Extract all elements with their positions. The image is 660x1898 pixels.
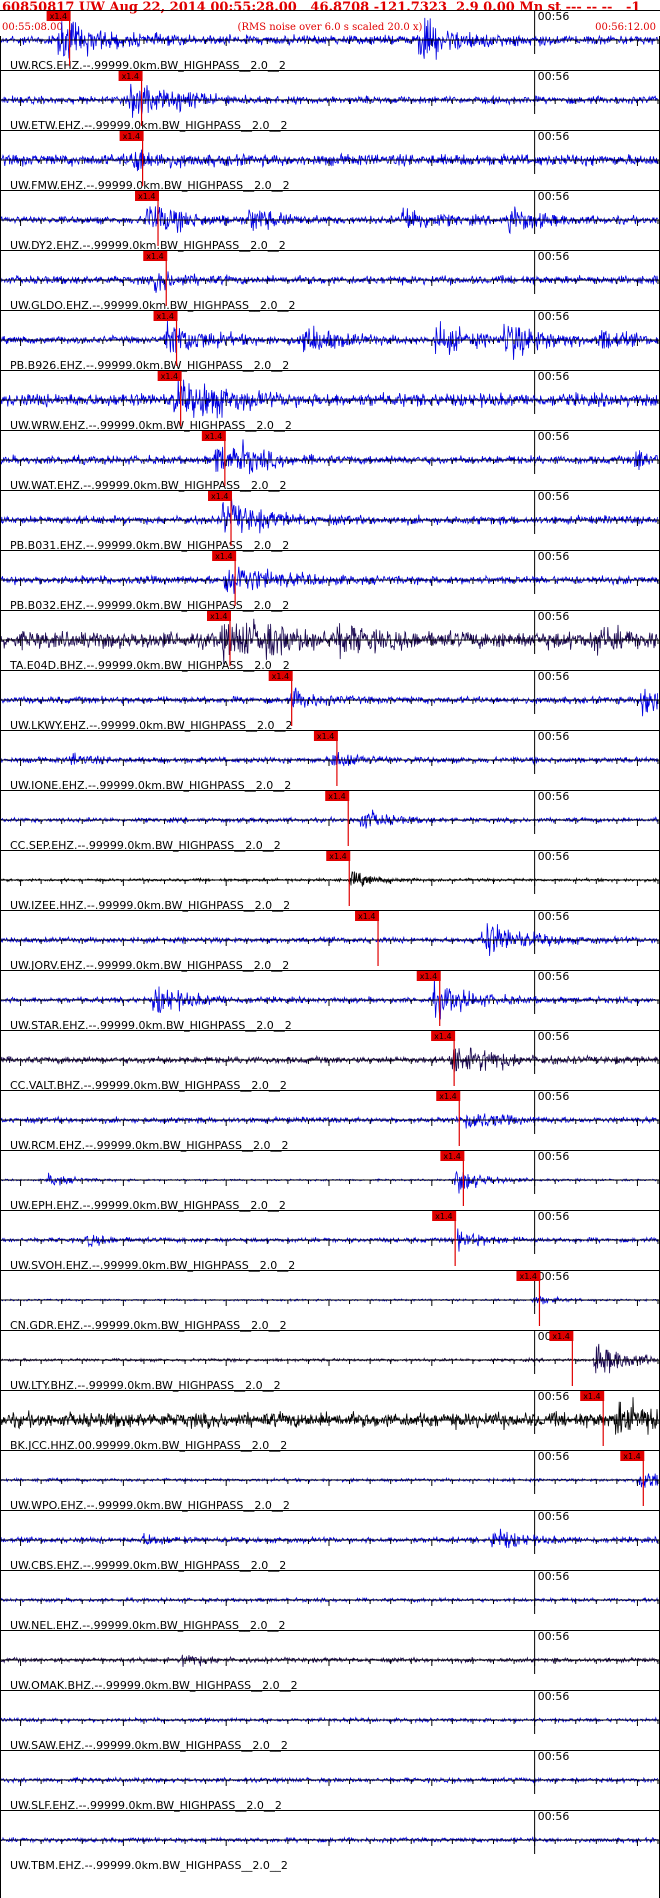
trace-5: 00:56PB.B926.EHZ.--.99999.0km.BW_HIGHPAS… <box>0 310 660 372</box>
minute-label: 00:56 <box>538 970 570 983</box>
minute-label: 00:56 <box>538 550 570 563</box>
pick-marker: x1.4 <box>440 1151 465 1206</box>
pick-label: x1.4 <box>211 492 228 501</box>
minute-label: 00:56 <box>538 190 570 203</box>
waveform <box>0 498 658 534</box>
pick-label: x1.4 <box>420 972 437 981</box>
trace-26: 00:56UW.NEL.EHZ.--.99999.0km.BW_HIGHPASS… <box>0 1570 660 1632</box>
trace-23: 00:56BK.JCC.HHZ.00.99999.0km.BW_HIGHPASS… <box>0 1390 660 1452</box>
pick-marker: x1.4 <box>549 1331 574 1386</box>
trace-11: 00:56UW.LKWY.EHZ.--.99999.0km.BW_HIGHPAS… <box>0 670 660 732</box>
trace-6: 00:56UW.WRW.EHZ.--.99999.0km.BW_HIGHPASS… <box>0 370 660 432</box>
minute-label: 00:56 <box>538 790 570 803</box>
pick-label: x1.4 <box>623 1452 640 1461</box>
minute-label: 00:56 <box>538 250 570 263</box>
pick-label: x1.4 <box>583 1392 600 1401</box>
minute-label: 00:56 <box>538 850 570 863</box>
pick-label: x1.4 <box>329 852 346 861</box>
pick-label: x1.4 <box>210 612 227 621</box>
minute-label: 00:56 <box>538 1630 570 1643</box>
pick-label: x1.4 <box>215 552 232 561</box>
minute-label: 00:56 <box>538 10 570 23</box>
trace-28: 00:56UW.SAW.EHZ.--.99999.0km.BW_HIGHPASS… <box>0 1690 660 1752</box>
trace-29: 00:56UW.SLF.EHZ.--.99999.0km.BW_HIGHPASS… <box>0 1750 660 1812</box>
pick-label: x1.4 <box>443 1152 460 1161</box>
trace-10: 00:56TA.E04D.BHZ.--.99999.0km.BW_HIGHPAS… <box>0 610 660 672</box>
pick-label: x1.4 <box>434 1032 451 1041</box>
trace-19: 00:56UW.EPH.EHZ.--.99999.0km.BW_HIGHPASS… <box>0 1150 660 1212</box>
trace-17: 00:56CC.VALT.BHZ.--.99999.0km.BW_HIGHPAS… <box>0 1030 660 1092</box>
pick-label: x1.4 <box>205 432 222 441</box>
minute-label: 00:56 <box>538 1210 570 1223</box>
trace-0: 00:56UW.RCS.EHZ.--.99999.0km.BW_HIGHPASS… <box>0 10 660 72</box>
pick-label: x1.4 <box>439 1092 456 1101</box>
trace-24: 00:56UW.WPO.EHZ.--.99999.0km.BW_HIGHPASS… <box>0 1450 660 1512</box>
waveform <box>0 977 658 1021</box>
minute-label: 00:56 <box>538 1450 570 1463</box>
pick-label: x1.4 <box>50 12 67 21</box>
trace-2: 00:56UW.FMW.EHZ.--.99999.0km.BW_HIGHPASS… <box>0 130 660 192</box>
minute-label: 00:56 <box>538 1690 570 1703</box>
pick-marker: x1.4 <box>325 791 350 846</box>
pick-label: x1.4 <box>552 1332 569 1341</box>
trace-18: 00:56UW.RCM.EHZ.--.99999.0km.BW_HIGHPASS… <box>0 1090 660 1152</box>
minute-label: 00:56 <box>538 1270 570 1283</box>
minute-label: 00:56 <box>538 1030 570 1043</box>
pick-label: x1.4 <box>272 672 289 681</box>
waveform <box>0 205 658 235</box>
minute-label: 00:56 <box>538 310 570 323</box>
minute-label: 00:56 <box>538 910 570 923</box>
trace-9: 00:56PB.B032.EHZ.--.99999.0km.BW_HIGHPAS… <box>0 550 660 612</box>
waveform <box>0 1343 658 1374</box>
minute-label: 00:56 <box>538 1570 570 1583</box>
minute-label: 00:56 <box>538 1750 570 1763</box>
trace-3: 00:56UW.DY2.EHZ.--.99999.0km.BW_HIGHPASS… <box>0 190 660 252</box>
trace-4: 00:56UW.GLDO.EHZ.--.99999.0km.BW_HIGHPAS… <box>0 250 660 312</box>
pick-label: x1.4 <box>123 132 140 141</box>
pick-label: x1.4 <box>435 1212 452 1221</box>
trace-27: 00:56UW.OMAK.BHZ.--.99999.0km.BW_HIGHPAS… <box>0 1630 660 1692</box>
pick-label: x1.4 <box>161 372 178 381</box>
minute-label: 00:56 <box>538 370 570 383</box>
pick-marker: x1.4 <box>143 251 168 306</box>
minute-label: 00:56 <box>538 1390 570 1403</box>
pick-label: x1.4 <box>146 252 163 261</box>
pick-label: x1.4 <box>317 732 334 741</box>
trace-1: 00:56UW.ETW.EHZ.--.99999.0km.BW_HIGHPASS… <box>0 70 660 132</box>
trace-16: 00:56UW.STAR.EHZ.--.99999.0km.BW_HIGHPAS… <box>0 970 660 1032</box>
pick-label: x1.4 <box>157 312 174 321</box>
minute-label: 00:56 <box>538 610 570 623</box>
minute-label: 00:56 <box>538 130 570 143</box>
waveform <box>0 439 658 475</box>
trace-21: 00:56CN.GDR.EHZ.--.99999.0km.BW_HIGHPASS… <box>0 1270 660 1332</box>
trace-12: 00:56UW.IONE.EHZ.--.99999.0km.BW_HIGHPAS… <box>0 730 660 792</box>
trace-14: 00:56UW.IZEE.HHZ.--.99999.0km.BW_HIGHPAS… <box>0 850 660 912</box>
trace-15: 00:56UW.JORV.EHZ.--.99999.0km.BW_HIGHPAS… <box>0 910 660 972</box>
waveform <box>0 377 658 419</box>
waveform <box>0 17 658 60</box>
minute-label: 00:56 <box>538 430 570 443</box>
minute-label: 00:56 <box>538 490 570 503</box>
trace-30: 00:56 UW.TBM.EHZ.--.99999.0km.BW_HIGHPASS… <box>0 1810 660 1872</box>
pick-label: x1.4 <box>138 192 155 201</box>
pick-label: x1.4 <box>122 72 139 81</box>
minute-label: 00:56 <box>538 70 570 83</box>
trace-25: 00:56UW.CBS.EHZ.--.99999.0km.BW_HIGHPASS… <box>0 1510 660 1572</box>
minute-label: 00:56 <box>538 1810 570 1823</box>
trace-8: 00:56PB.B031.EHZ.--.99999.0km.BW_HIGHPAS… <box>0 490 660 552</box>
pick-label: x1.4 <box>519 1272 536 1281</box>
minute-label: 00:56 <box>538 1090 570 1103</box>
pick-label: x1.4 <box>358 912 375 921</box>
trace-13: 00:56CC.SEP.EHZ.--.99999.0km.BW_HIGHPASS… <box>0 790 660 852</box>
minute-label: 00:56 <box>538 670 570 683</box>
minute-label: 00:56 <box>538 1510 570 1523</box>
minute-label: 00:56 <box>538 1150 570 1163</box>
trace-7: 00:56UW.WAT.EHZ.--.99999.0km.BW_HIGHPASS… <box>0 430 660 492</box>
minute-label: 00:56 <box>538 730 570 743</box>
pick-label: x1.4 <box>328 792 345 801</box>
station-label: UW.TBM.EHZ.--.99999.0km.BW_HIGHPASS__2.0… <box>10 1859 288 1872</box>
trace-20: 00:56UW.SVOH.EHZ.--.99999.0km.BW_HIGHPAS… <box>0 1210 660 1272</box>
trace-22: 00:56UW.LTY.BHZ.--.99999.0km.BW_HIGHPASS… <box>0 1330 660 1392</box>
seismogram-plot: 00:56UW.RCS.EHZ.--.99999.0km.BW_HIGHPASS… <box>0 10 660 1898</box>
